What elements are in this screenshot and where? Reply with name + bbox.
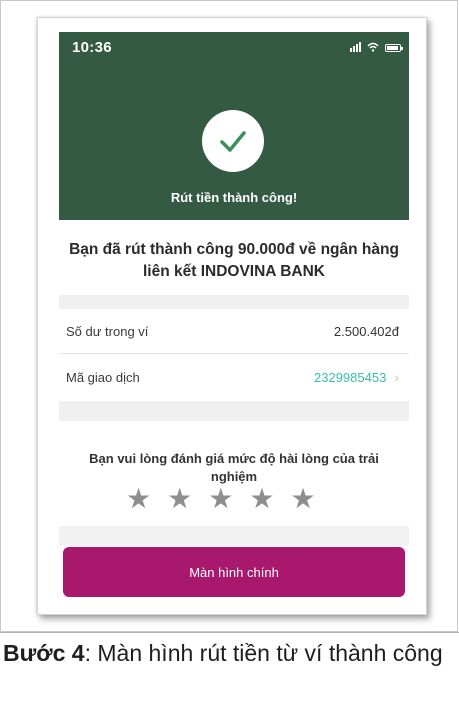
wallet-balance-label: Số dư trong ví: [66, 323, 149, 339]
footer-divider: [59, 526, 409, 546]
rating-prompt-line-1: Bạn vui lòng đánh giá mức độ hài lòng củ…: [89, 451, 379, 466]
success-header: 10:36 Rút tiền thành công!: [59, 32, 409, 220]
table-rule: [0, 632, 459, 633]
star-icon-4[interactable]: ★: [249, 484, 274, 514]
rating-prompt: Bạn vui lòng đánh giá mức độ hài lòng củ…: [89, 450, 379, 486]
battery-icon: [385, 44, 403, 52]
result-message: Bạn đã rút thành công 90.000đ về ngân hà…: [69, 239, 399, 283]
status-time: 10:36: [72, 39, 112, 56]
success-title: Rút tiền thành công!: [170, 190, 298, 205]
transaction-id-row[interactable]: Mã giao dịch 2329985453 ›: [59, 354, 409, 400]
step-description: : Màn hình rút tiền từ ví thành công: [84, 640, 443, 666]
status-icons: [350, 42, 403, 52]
section-divider: [59, 401, 409, 421]
document-table-cell: 10:36 Rút tiền thành công! Bạn đã rút th…: [0, 0, 458, 632]
phone-screenshot-frame: 10:36 Rút tiền thành công! Bạn đã rút th…: [37, 17, 427, 615]
home-screen-button[interactable]: Màn hình chính: [63, 547, 405, 597]
checkmark-icon: [220, 131, 246, 152]
success-check-icon: [202, 110, 264, 172]
step-caption: Bước 4: Màn hình rút tiền từ ví thành cô…: [3, 637, 459, 670]
section-divider: [59, 295, 409, 309]
star-icon-5[interactable]: ★: [290, 484, 315, 514]
star-rating[interactable]: ★ ★ ★ ★ ★: [126, 484, 316, 514]
transaction-id-value-group[interactable]: 2329985453 ›: [314, 369, 399, 385]
star-icon-1[interactable]: ★: [126, 484, 151, 514]
result-message-line-1: Bạn đã rút thành công 90.000đ về ngân hà…: [69, 241, 399, 258]
star-icon-3[interactable]: ★: [208, 484, 233, 514]
wifi-icon: [367, 42, 379, 52]
wallet-balance-row: Số dư trong ví 2.500.402đ: [59, 308, 409, 354]
step-number: Bước 4: [3, 640, 85, 666]
chevron-right-icon: ›: [394, 369, 399, 385]
star-icon-2[interactable]: ★: [167, 484, 192, 514]
transaction-id-label: Mã giao dịch: [66, 369, 140, 385]
app-screen: 10:36 Rút tiền thành công! Bạn đã rút th…: [59, 32, 409, 602]
result-message-line-2: liên kết INDOVINA BANK: [142, 263, 325, 280]
transaction-id-value[interactable]: 2329985453: [314, 370, 386, 385]
signal-icon: [350, 42, 361, 52]
wallet-balance-value: 2.500.402đ: [333, 323, 399, 339]
